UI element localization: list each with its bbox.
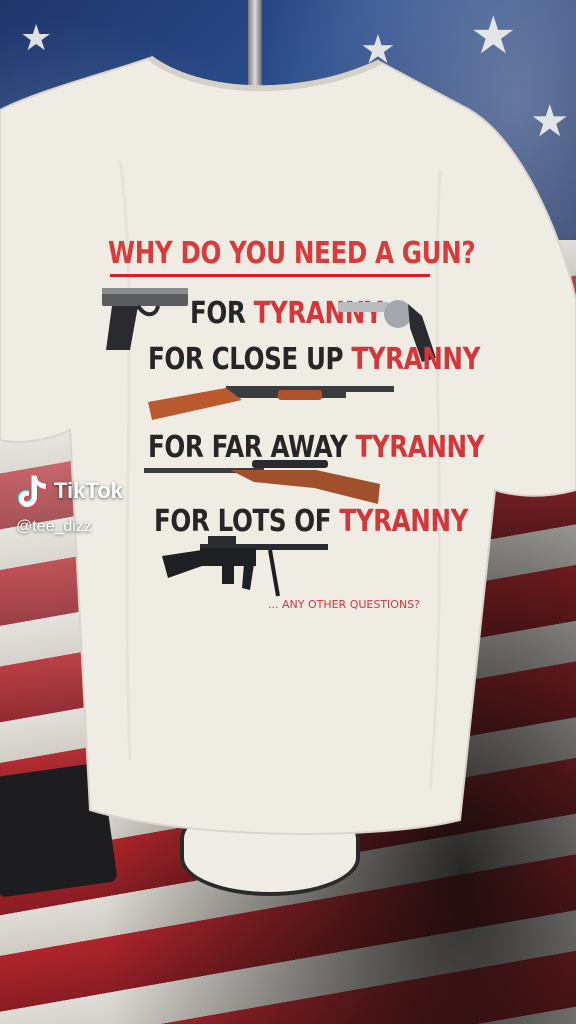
print-line-2: FOR CLOSE UP TYRANNY [148, 342, 481, 377]
shirt-print: WHY DO YOU NEED A GUN? FOR TYRANNY FOR C… [98, 232, 485, 632]
creator-handle: @tee_dizz [16, 518, 92, 535]
tiktok-watermark: TikTok [18, 474, 123, 508]
tiktok-brand: TikTok [54, 478, 123, 503]
photo-scene: ★ ★ ★ ★ WHY DO YOU NEED A GUN? FOR TYRAN… [0, 0, 576, 1024]
assault-rifle-icon [162, 536, 328, 597]
tiktok-logo-icon [18, 475, 47, 508]
shotgun-icon [148, 386, 394, 420]
scoped-rifle-icon [144, 460, 380, 504]
print-tagline: ... ANY OTHER QUESTIONS? [268, 598, 421, 611]
print-headline: WHY DO YOU NEED A GUN? [108, 236, 476, 271]
headline-underline [110, 274, 430, 277]
